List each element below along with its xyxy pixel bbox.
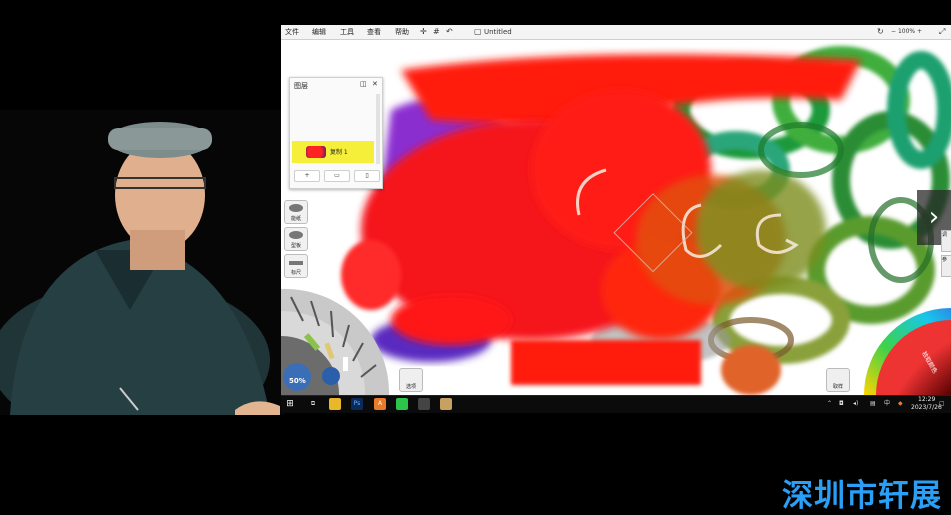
close-icon[interactable]: ✕ bbox=[372, 80, 378, 88]
artrage-icon[interactable]: A bbox=[374, 398, 386, 410]
sample-button[interactable]: 取样 bbox=[826, 368, 850, 392]
stencil-button[interactable]: 型板 bbox=[284, 227, 308, 251]
wechat-icon[interactable] bbox=[396, 398, 408, 410]
expand-icon[interactable]: ⤢ bbox=[939, 26, 945, 38]
document-title: Untitled bbox=[484, 28, 512, 36]
zoom-level: 50% bbox=[289, 377, 306, 385]
file-explorer-icon[interactable] bbox=[329, 398, 341, 410]
menu-view[interactable]: 查看 bbox=[367, 26, 381, 38]
settings-label: 参 bbox=[942, 257, 948, 263]
tracing-paper-label: 能纸 bbox=[290, 216, 301, 222]
layers-scrollbar[interactable] bbox=[376, 94, 380, 164]
zoom-value: 100% bbox=[897, 28, 916, 35]
color-picker-wheel[interactable]: 拾取颜色 bbox=[864, 283, 951, 395]
add-layer-button[interactable]: + bbox=[294, 170, 320, 182]
camera-icon[interactable]: ◘ bbox=[839, 398, 844, 410]
network-icon[interactable]: ▤ bbox=[870, 398, 876, 410]
watermark-text: 深圳市轩展 bbox=[782, 478, 942, 514]
adjust-label: 调 bbox=[942, 232, 948, 238]
folder-icon[interactable]: ▭ bbox=[324, 170, 350, 182]
menu-bar: 文件 编辑 工具 查看 帮助 ✛ # ↶ ▢ Untitled ↻ − 100%… bbox=[281, 25, 951, 40]
notification-icon[interactable]: ▢ bbox=[939, 398, 945, 410]
volume-icon[interactable]: ◂) bbox=[853, 398, 858, 410]
artrage-window: 文件 编辑 工具 查看 帮助 ✛ # ↶ ▢ Untitled ↻ − 100%… bbox=[281, 25, 951, 395]
menu-tools[interactable]: 工具 bbox=[340, 26, 354, 38]
input-method[interactable]: 中 bbox=[884, 398, 890, 410]
transform-icon[interactable]: ✛ bbox=[420, 26, 427, 38]
menu-edit[interactable]: 编辑 bbox=[312, 26, 326, 38]
ruler-icon bbox=[289, 261, 303, 265]
options-button[interactable]: 选项 bbox=[399, 368, 423, 392]
photoshop-icon[interactable]: Ps bbox=[351, 398, 363, 410]
ime-icon[interactable]: ◆ bbox=[898, 398, 903, 410]
dock-icon[interactable]: ◫ bbox=[360, 80, 367, 88]
windows-start-icon[interactable]: ⊞ bbox=[284, 398, 296, 410]
paper-icon bbox=[289, 204, 303, 212]
menu-help[interactable]: 帮助 bbox=[395, 26, 409, 38]
document-icon: ▢ bbox=[474, 27, 482, 36]
menu-file[interactable]: 文件 bbox=[285, 26, 299, 38]
tool-picker-wheel[interactable]: 50% bbox=[281, 281, 393, 395]
layers-title: 图层 bbox=[294, 82, 308, 90]
layers-panel: 图层 ◫ ✕ 复制 1 + ▭ ▯ bbox=[289, 77, 383, 189]
clock-date[interactable]: 2023/7/26 bbox=[911, 404, 942, 411]
rotate-icon[interactable]: ↻ bbox=[877, 26, 884, 38]
taskbar: ⊞ ⧉ Ps A ⌃ ◘ ◂) ▤ 中 ◆ 12:29 2023/7/26 ▢ bbox=[281, 395, 951, 413]
app-icon[interactable] bbox=[440, 398, 452, 410]
options-label: 选项 bbox=[405, 384, 416, 390]
clock-time[interactable]: 12:29 bbox=[918, 396, 935, 403]
sample-label: 取样 bbox=[832, 384, 843, 390]
task-view-icon[interactable]: ⧉ bbox=[307, 398, 319, 410]
grid-icon[interactable]: # bbox=[433, 26, 440, 38]
layer-thumbnail bbox=[306, 146, 326, 158]
ruler-label: 标尺 bbox=[290, 270, 301, 276]
trash-icon[interactable]: ▯ bbox=[354, 170, 380, 182]
stencil-label: 型板 bbox=[290, 243, 301, 249]
paint-icon[interactable] bbox=[418, 398, 430, 410]
layer-name: 复制 1 bbox=[330, 149, 348, 156]
layer-row[interactable]: 复制 1 bbox=[292, 141, 374, 163]
template-icon bbox=[289, 231, 303, 239]
chevron-up-icon[interactable]: ⌃ bbox=[827, 398, 832, 410]
ruler-button[interactable]: 标尺 bbox=[284, 254, 308, 278]
adjust-button[interactable]: 调 bbox=[941, 230, 951, 252]
settings-button[interactable]: 参 bbox=[941, 255, 951, 277]
tracing-paper-button[interactable]: 能纸 bbox=[284, 200, 308, 224]
undo-icon[interactable]: ↶ bbox=[446, 26, 453, 38]
presenter-video bbox=[0, 110, 285, 415]
zoom-control[interactable]: − 100% + bbox=[891, 26, 922, 38]
